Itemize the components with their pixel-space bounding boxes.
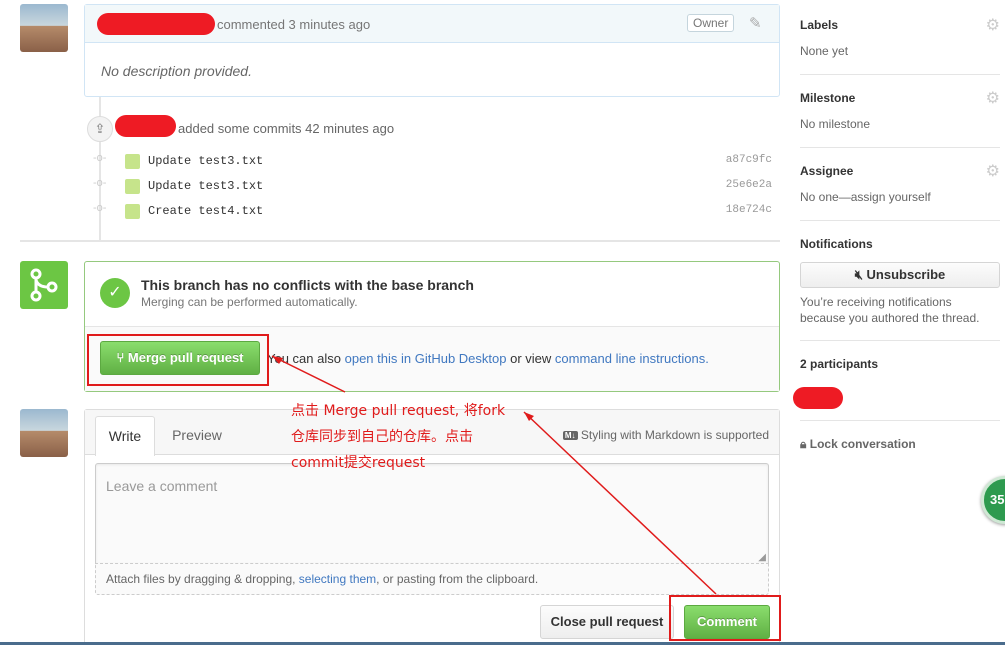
labels-gear-icon[interactable]: ⚙: [986, 15, 1000, 35]
annotation-line-1: 点击 Merge pull request, 将fork: [291, 403, 506, 419]
sidebar: Labels ⚙ None yet Milestone ⚙ No milesto…: [793, 0, 1000, 645]
unsubscribe-label: Unsubscribe: [866, 267, 946, 282]
milestone-value: No milestone: [800, 117, 871, 131]
mute-icon: 🔇︎: [854, 267, 863, 282]
redacted-participants: [793, 387, 843, 409]
annotation-note: 点击 Merge pull request, 将fork 仓库同步到自己的仓库。…: [291, 398, 505, 476]
notifications-reason-line-1: You’re receiving notifications: [800, 295, 952, 309]
annotation-line-2: 仓库同步到自己的仓库。点击: [291, 429, 473, 445]
labels-value: None yet: [800, 44, 849, 58]
annotation-line-3: commit提交request: [291, 455, 426, 471]
milestone-title: Milestone: [800, 91, 856, 105]
notifications-title: Notifications: [800, 237, 873, 251]
labels-title: Labels: [800, 18, 839, 32]
unsubscribe-button[interactable]: 🔇︎ Unsubscribe: [800, 262, 1000, 288]
sidebar-divider: [800, 420, 1000, 421]
sidebar-divider: [800, 147, 1000, 148]
badge-number: 35: [990, 492, 1005, 507]
sidebar-divider: [800, 340, 1000, 341]
notifications-reason-line-2: because you authored the thread.: [800, 311, 980, 325]
assignee-title: Assignee: [800, 164, 854, 178]
sidebar-divider: [800, 74, 1000, 75]
lock-icon: 🔒︎: [800, 437, 807, 451]
lock-label: Lock conversation: [809, 437, 916, 451]
lock-conversation-link[interactable]: 🔒︎ Lock conversation: [800, 437, 916, 452]
participants-title: 2 participants: [800, 357, 879, 371]
milestone-gear-icon[interactable]: ⚙: [986, 88, 1000, 108]
sidebar-divider: [800, 220, 1000, 221]
assignee-gear-icon[interactable]: ⚙: [986, 161, 1000, 181]
notifications-reason: You’re receiving notifications because y…: [800, 294, 979, 326]
assignee-value[interactable]: No one—assign yourself: [800, 190, 931, 204]
